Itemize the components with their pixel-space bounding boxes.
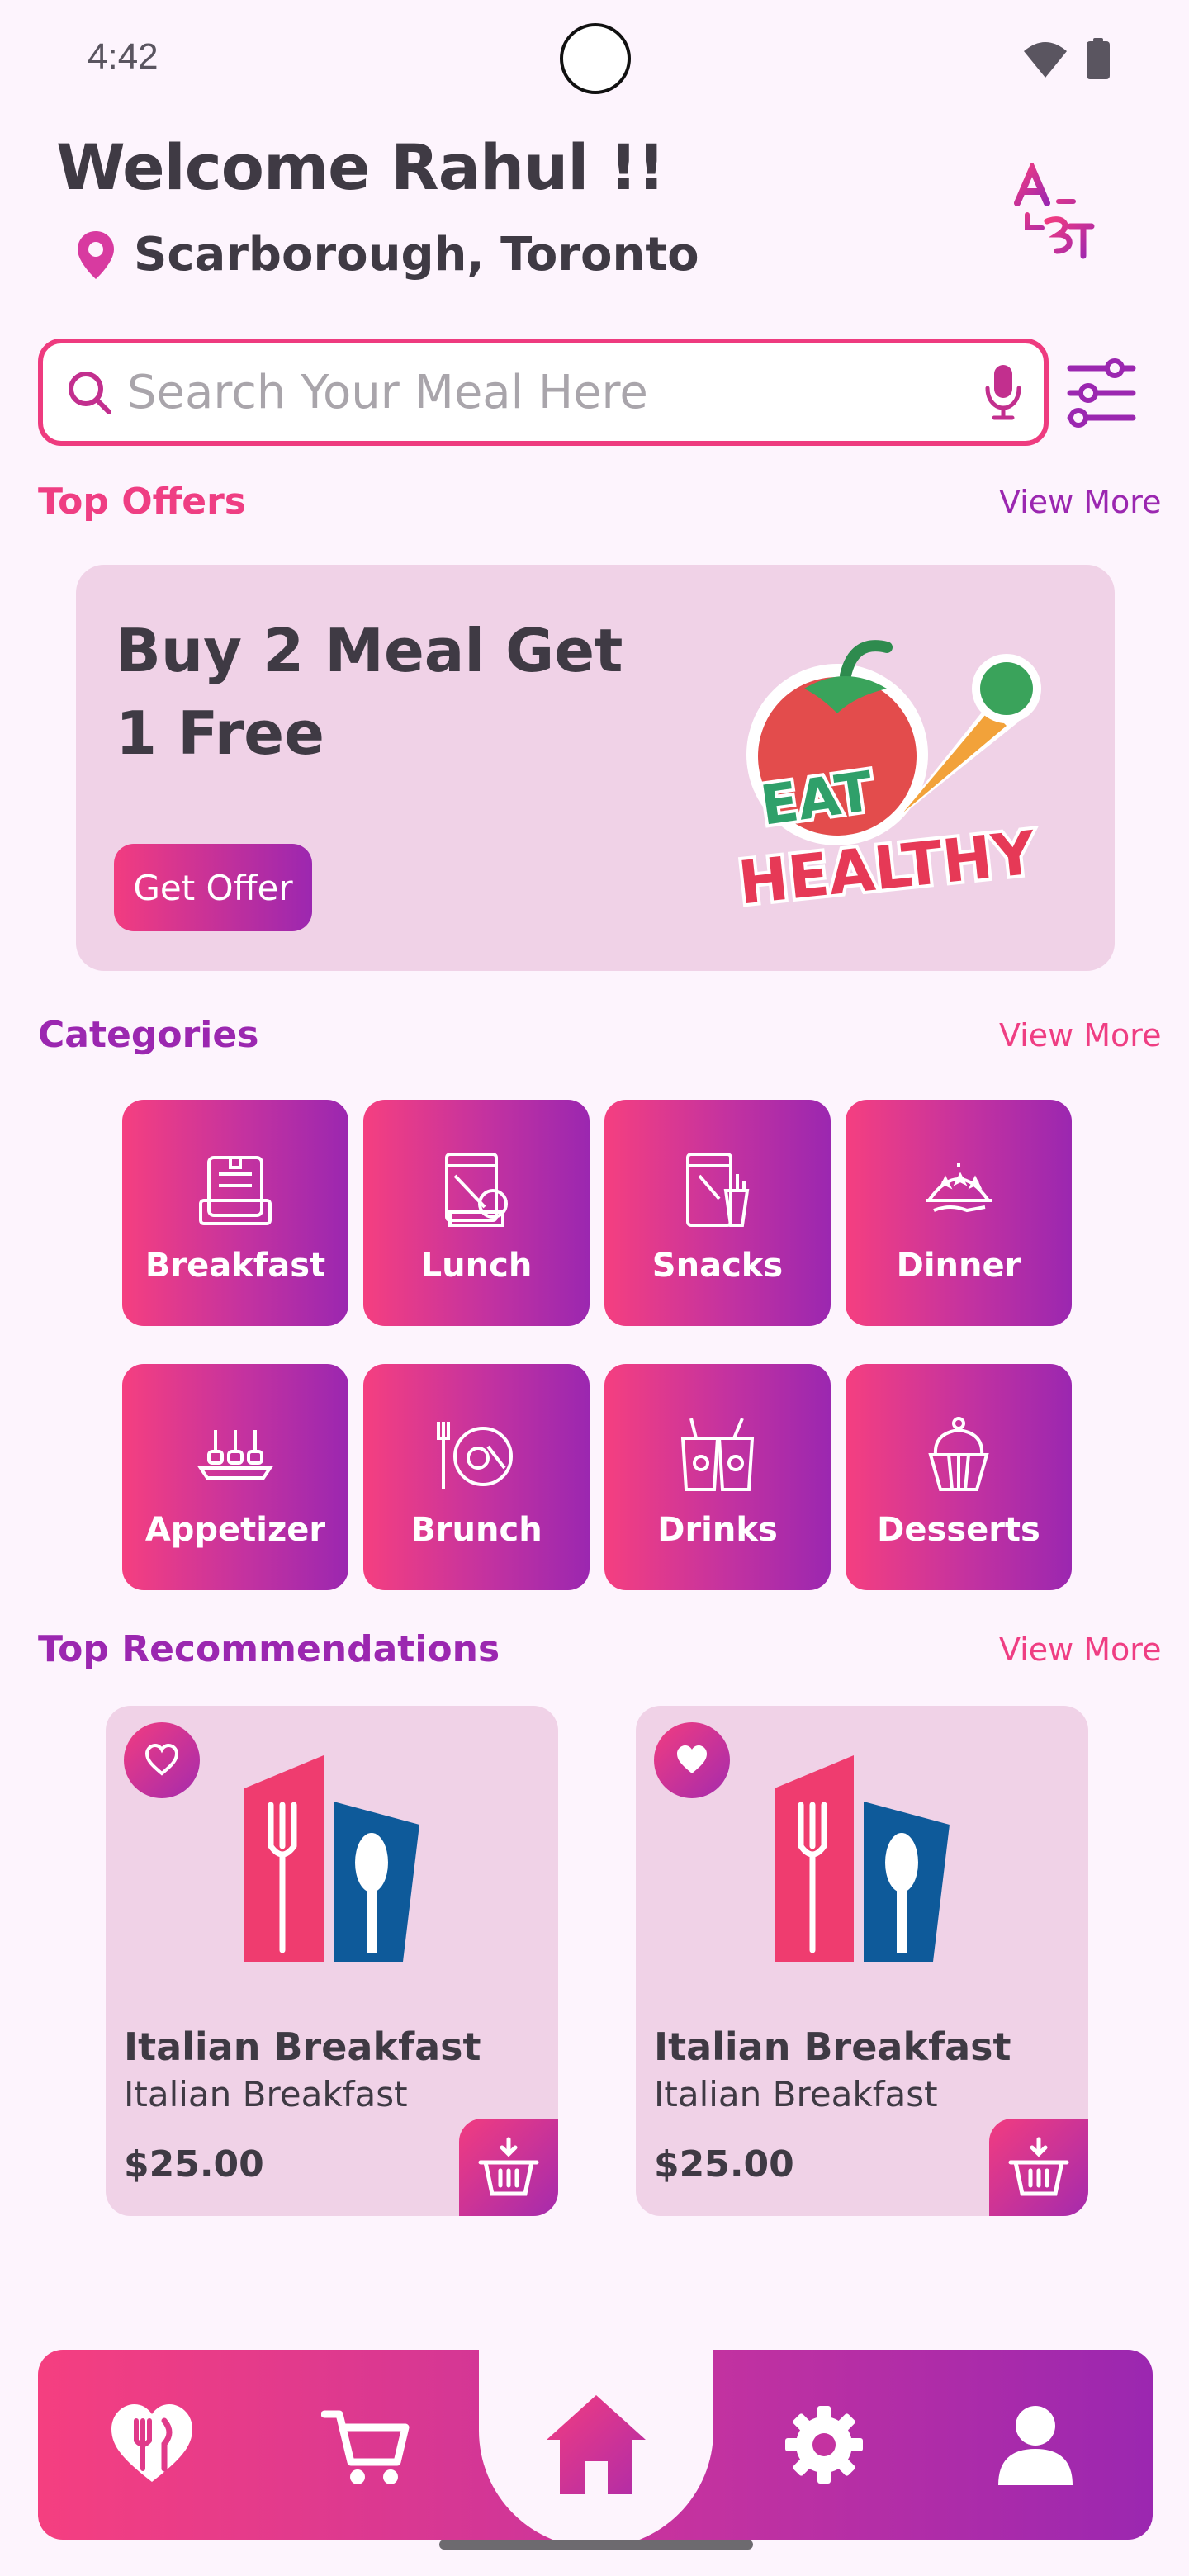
favorites-icon: [111, 2404, 192, 2482]
drinks-icon: [680, 1418, 755, 1491]
camera-cutout: [560, 23, 631, 94]
category-desserts[interactable]: Desserts: [846, 1364, 1072, 1590]
category-label: Brunch: [410, 1511, 542, 1549]
location-row[interactable]: Scarborough, Toronto: [76, 228, 699, 282]
offer-card[interactable]: Buy 2 Meal Get 1 Free Get Offer EAT HEAL…: [76, 565, 1115, 971]
category-drinks[interactable]: Drinks: [604, 1364, 831, 1590]
lunch-icon: [445, 1153, 508, 1227]
recommendation-name: Italian Breakfast: [124, 2024, 481, 2069]
gesture-bar: [439, 2540, 753, 2550]
category-label: Desserts: [877, 1511, 1040, 1549]
category-brunch[interactable]: Brunch: [363, 1364, 590, 1590]
view-more-categories[interactable]: View More: [999, 1017, 1161, 1054]
settings-icon: [785, 2406, 863, 2484]
view-more-top-offers[interactable]: View More: [999, 484, 1161, 520]
brunch-icon: [437, 1422, 513, 1489]
filter-icon[interactable]: [1067, 353, 1136, 433]
section-title-categories: Categories: [38, 1014, 259, 1056]
recommendation-price: $25.00: [654, 2143, 794, 2185]
nav-cart[interactable]: [284, 2350, 449, 2540]
search-input[interactable]: [127, 365, 983, 419]
wifi-icon: [1024, 42, 1067, 78]
offer-title: Buy 2 Meal Get 1 Free: [116, 616, 623, 768]
battery-icon: [1087, 38, 1110, 79]
recommendation-card[interactable]: Italian Breakfast Italian Breakfast $25.…: [106, 1706, 558, 2216]
category-breakfast[interactable]: Breakfast: [122, 1100, 348, 1326]
section-title-top-offers: Top Offers: [38, 481, 246, 523]
location-pin-icon: [78, 230, 114, 279]
category-label: Snacks: [651, 1247, 784, 1285]
search-bar: [38, 339, 1049, 446]
category-snacks[interactable]: Snacks: [604, 1100, 831, 1326]
basket-icon: [478, 2137, 539, 2196]
category-label: Lunch: [420, 1247, 533, 1285]
home-icon: [547, 2395, 646, 2494]
add-to-cart-button[interactable]: [459, 2119, 558, 2216]
category-label: Breakfast: [144, 1247, 326, 1285]
category-label: Drinks: [657, 1511, 778, 1549]
cart-icon: [321, 2410, 410, 2484]
dinner-icon: [926, 1163, 992, 1213]
recommendation-subtitle: Italian Breakfast: [124, 2074, 408, 2114]
status-time: 4:42: [88, 36, 159, 77]
favorite-button[interactable]: [124, 1722, 200, 1798]
add-to-cart-button[interactable]: [989, 2119, 1088, 2216]
translate-icon[interactable]: [1011, 163, 1101, 259]
favorite-button[interactable]: [654, 1722, 730, 1798]
microphone-icon[interactable]: [983, 363, 1024, 421]
heart-outline-icon: [144, 1743, 179, 1776]
category-appetizer[interactable]: Appetizer: [122, 1364, 348, 1590]
nav-favorites[interactable]: [69, 2350, 234, 2540]
section-title-top-recommendations: Top Recommendations: [38, 1628, 500, 1670]
recommendation-card[interactable]: Italian Breakfast Italian Breakfast $25.…: [636, 1706, 1088, 2216]
basket-icon: [1008, 2137, 1069, 2196]
recommendation-subtitle: Italian Breakfast: [654, 2074, 938, 2114]
nav-profile[interactable]: [953, 2350, 1118, 2540]
category-label: Appetizer: [144, 1511, 326, 1549]
category-lunch[interactable]: Lunch: [363, 1100, 590, 1326]
view-more-recommendations[interactable]: View More: [999, 1631, 1161, 1668]
welcome-title: Welcome Rahul !!: [56, 130, 666, 204]
category-dinner[interactable]: Dinner: [846, 1100, 1072, 1326]
search-icon: [69, 372, 111, 414]
breakfast-icon: [199, 1156, 272, 1225]
location-text: Scarborough, Toronto: [134, 228, 699, 282]
desserts-icon: [928, 1417, 989, 1491]
appetizer-icon: [197, 1430, 273, 1480]
recommendation-name: Italian Breakfast: [654, 2024, 1011, 2069]
restaurant-logo-icon: [244, 1755, 419, 1962]
nav-home[interactable]: [479, 2342, 713, 2548]
eat-healthy-sticker: EAT HEALTHY: [732, 640, 1043, 921]
category-label: Dinner: [896, 1247, 1021, 1285]
get-offer-button[interactable]: Get Offer: [114, 844, 312, 931]
heart-filled-icon: [677, 1745, 707, 1773]
restaurant-logo-icon: [775, 1755, 950, 1962]
recommendation-price: $25.00: [124, 2143, 264, 2185]
profile-icon: [998, 2406, 1073, 2485]
nav-settings[interactable]: [741, 2350, 907, 2540]
bottom-navigation: [38, 2342, 1153, 2548]
snacks-icon: [686, 1153, 750, 1227]
